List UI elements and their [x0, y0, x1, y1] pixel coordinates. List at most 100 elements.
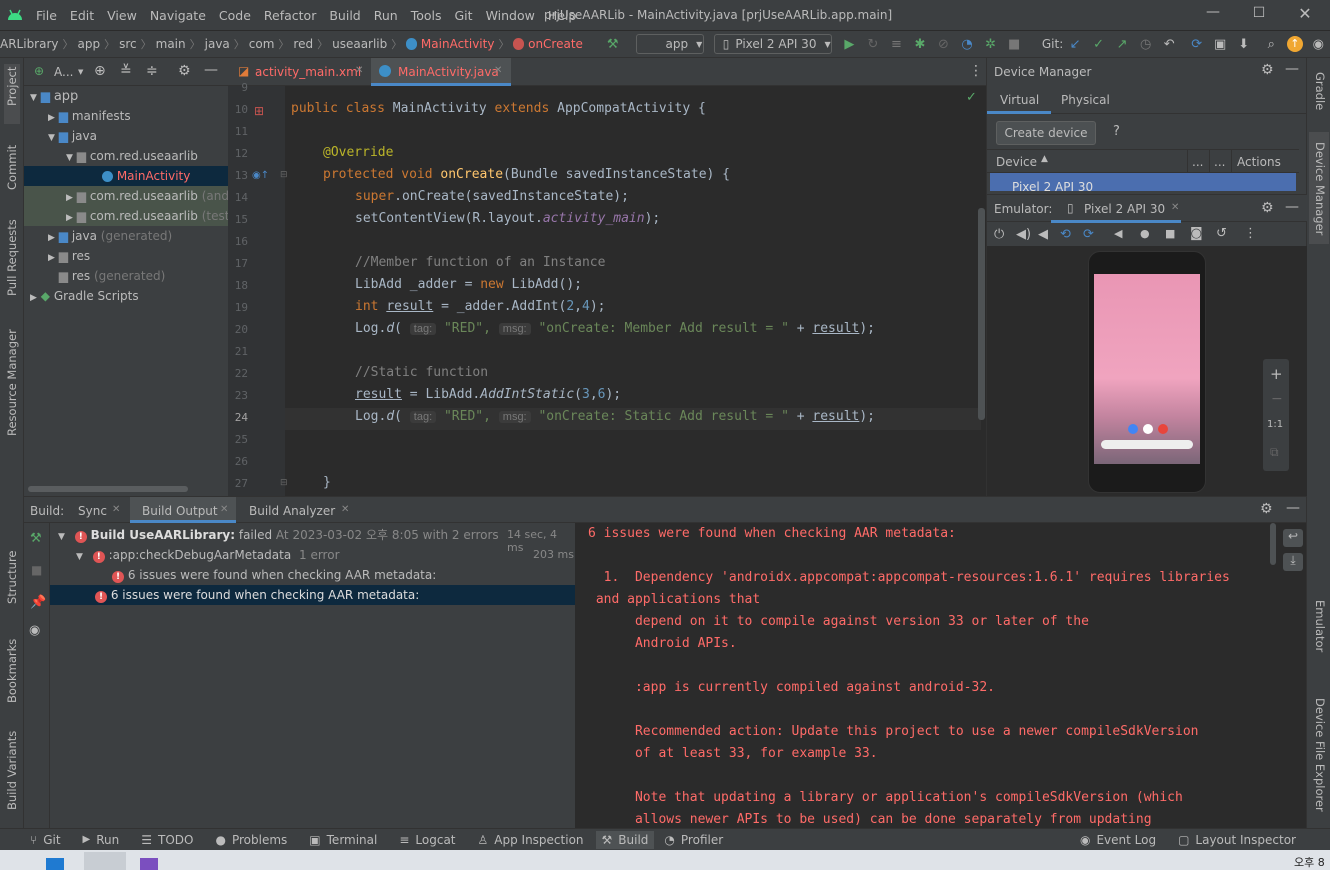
- gear-icon[interactable]: ⚙: [1261, 200, 1274, 216]
- vertical-scrollbar[interactable]: [978, 208, 985, 420]
- breadcrumb-useaarlib[interactable]: useaarlib: [332, 37, 387, 51]
- tree-item-java[interactable]: ▼ ▆ java: [48, 126, 228, 146]
- fit-screen-icon[interactable]: ⧉: [1270, 445, 1279, 460]
- gear-icon[interactable]: ⚙: [1260, 501, 1273, 517]
- col-extra-1[interactable]: ...: [1192, 155, 1203, 169]
- power-icon[interactable]: ⏻: [994, 227, 1004, 242]
- tool-project[interactable]: Project: [5, 67, 19, 106]
- hammer-build-icon[interactable]: ⚒: [30, 531, 42, 546]
- status-problems[interactable]: ● Problems: [216, 833, 288, 847]
- git-push-icon[interactable]: ↗: [1112, 33, 1132, 55]
- status-git[interactable]: ⑂ Git: [30, 833, 61, 847]
- phone-screen[interactable]: [1094, 274, 1200, 464]
- tool-device-file-explorer[interactable]: Device File Explorer: [1313, 698, 1327, 812]
- run-config-select[interactable]: app ▼: [636, 34, 704, 54]
- pin-icon[interactable]: 📌: [30, 595, 46, 610]
- status-build[interactable]: ⚒ Build: [595, 830, 655, 849]
- build-task-row[interactable]: ▼ ! :app:checkDebugAarMetadata 1 error: [76, 545, 573, 565]
- status-todo[interactable]: ☰ TODO: [141, 833, 193, 847]
- project-view-select[interactable]: A...: [54, 65, 73, 79]
- menu-build[interactable]: Build: [329, 8, 360, 23]
- profile-icon[interactable]: ◔: [957, 33, 977, 55]
- rerun-icon[interactable]: ↻: [863, 33, 883, 55]
- git-rollback-icon[interactable]: ↶: [1159, 33, 1179, 55]
- status-profiler[interactable]: ◔ Profiler: [664, 833, 723, 847]
- more-tabs-icon[interactable]: ⋮: [969, 63, 983, 79]
- tree-item-res[interactable]: ▶ ▆ res: [48, 246, 228, 266]
- close-tab-icon[interactable]: ✕: [355, 65, 363, 76]
- collapse-all-icon[interactable]: ≑: [146, 63, 158, 79]
- git-history-icon[interactable]: ◷: [1136, 33, 1156, 55]
- tab-physical[interactable]: Physical: [1051, 86, 1121, 114]
- emulator-tab[interactable]: ▯ Pixel 2 API 30 ✕: [1051, 195, 1181, 223]
- build-root-row[interactable]: ▼ ! Build UseAARLibrary: failed At 2023-…: [58, 525, 573, 545]
- overview-icon[interactable]: ■: [1165, 227, 1175, 240]
- breadcrumb-app[interactable]: app: [78, 37, 101, 51]
- home-icon[interactable]: ●: [1140, 227, 1150, 240]
- breadcrumb-mainactivity[interactable]: MainActivity: [421, 37, 495, 51]
- screenshot-icon[interactable]: ◙: [1190, 226, 1203, 241]
- tab-sync[interactable]: Sync ✕: [70, 497, 126, 523]
- search-icon[interactable]: ⌕: [1262, 33, 1282, 55]
- dock-icons[interactable]: [1128, 424, 1168, 434]
- breadcrumb-oncreate[interactable]: onCreate: [528, 37, 583, 51]
- menu-run[interactable]: Run: [374, 8, 398, 23]
- tool-build-variants[interactable]: Build Variants: [5, 731, 19, 810]
- expand-all-icon[interactable]: ≚: [120, 63, 132, 79]
- minimize-icon[interactable]: —: [1202, 4, 1224, 26]
- menu-tools[interactable]: Tools: [411, 8, 442, 23]
- breadcrumb-red[interactable]: red: [293, 37, 313, 51]
- gear-icon[interactable]: ⚙: [1261, 62, 1274, 78]
- status-logcat[interactable]: ≡ Logcat: [399, 833, 455, 847]
- stop-icon[interactable]: ■: [31, 563, 42, 577]
- tree-item-app[interactable]: ▼ ▆ app: [30, 86, 228, 106]
- tool-pull-requests[interactable]: Pull Requests: [5, 219, 19, 296]
- tree-item-java-generated[interactable]: ▶ ▆ java (generated): [48, 226, 228, 246]
- rotate-left-icon[interactable]: ⟲: [1060, 227, 1071, 242]
- device-select[interactable]: ▯ Pixel 2 API 30 ▼: [713, 34, 832, 54]
- hide-icon[interactable]: —: [1285, 61, 1299, 77]
- menu-window[interactable]: Window: [486, 8, 535, 23]
- col-device[interactable]: Device: [996, 155, 1037, 169]
- hide-icon[interactable]: —: [204, 62, 218, 78]
- rotate-right-icon[interactable]: ⟳: [1083, 227, 1094, 242]
- close-tab-icon[interactable]: ✕: [1171, 202, 1179, 213]
- sdk-manager-icon[interactable]: ⬇: [1234, 33, 1254, 55]
- git-commit-icon[interactable]: ✓: [1089, 33, 1109, 55]
- avatar-icon[interactable]: ◉: [1309, 33, 1329, 55]
- status-terminal[interactable]: ▣ Terminal: [309, 833, 377, 847]
- taskbar-app-icon[interactable]: [140, 858, 158, 870]
- build-issue-row-selected[interactable]: ! 6 issues were found when checking AAR …: [50, 585, 575, 605]
- output-scrollbar[interactable]: [1270, 523, 1276, 565]
- status-event-log[interactable]: ◉ Event Log: [1080, 833, 1156, 847]
- zoom-in-button[interactable]: +: [1270, 365, 1283, 383]
- update-icon[interactable]: ↑: [1285, 33, 1305, 55]
- breadcrumb-project[interactable]: ARLibrary: [0, 37, 59, 51]
- col-extra-2[interactable]: ...: [1214, 155, 1225, 169]
- scroll-to-end-icon[interactable]: ⤓: [1283, 553, 1303, 571]
- tab-virtual[interactable]: Virtual: [987, 86, 1051, 114]
- build-output-console[interactable]: 6 issues were found when checking AAR me…: [576, 523, 1278, 829]
- device-manager-icon[interactable]: ▣: [1210, 33, 1230, 55]
- stop-icon[interactable]: ■: [1004, 33, 1024, 55]
- inspection-ok-icon[interactable]: ✓: [966, 90, 977, 105]
- locate-icon[interactable]: ⊕: [94, 63, 106, 79]
- git-update-icon[interactable]: ↙: [1065, 33, 1085, 55]
- tab-mainactivity-java[interactable]: MainActivity.java ✕: [371, 58, 511, 86]
- device-row[interactable]: Pixel 2 API 30: [990, 173, 1296, 191]
- tree-item-res-generated[interactable]: ▶ ▆ res (generated): [48, 266, 228, 286]
- snapshot-icon[interactable]: ↺: [1216, 226, 1227, 241]
- tool-commit[interactable]: Commit: [5, 145, 19, 190]
- tool-gradle[interactable]: Gradle: [1313, 72, 1327, 110]
- tool-emulator[interactable]: Emulator: [1313, 600, 1327, 652]
- zoom-out-button[interactable]: −: [1271, 391, 1283, 407]
- tree-item-package-android-test[interactable]: ▶ ▆ com.red.useaarlib (andr: [24, 186, 234, 206]
- status-layout-inspector[interactable]: ▢ Layout Inspector: [1178, 833, 1296, 847]
- close-icon[interactable]: ✕: [1294, 4, 1316, 26]
- code-area[interactable]: public class MainActivity extends AppCom…: [228, 86, 986, 496]
- sync-gradle-icon[interactable]: ⟳: [1187, 33, 1207, 55]
- maximize-icon[interactable]: ☐: [1248, 5, 1270, 27]
- attach-debugger-icon[interactable]: ⊘: [934, 33, 954, 55]
- menu-file[interactable]: File: [36, 8, 57, 23]
- taskbar-app-icon[interactable]: [46, 858, 64, 870]
